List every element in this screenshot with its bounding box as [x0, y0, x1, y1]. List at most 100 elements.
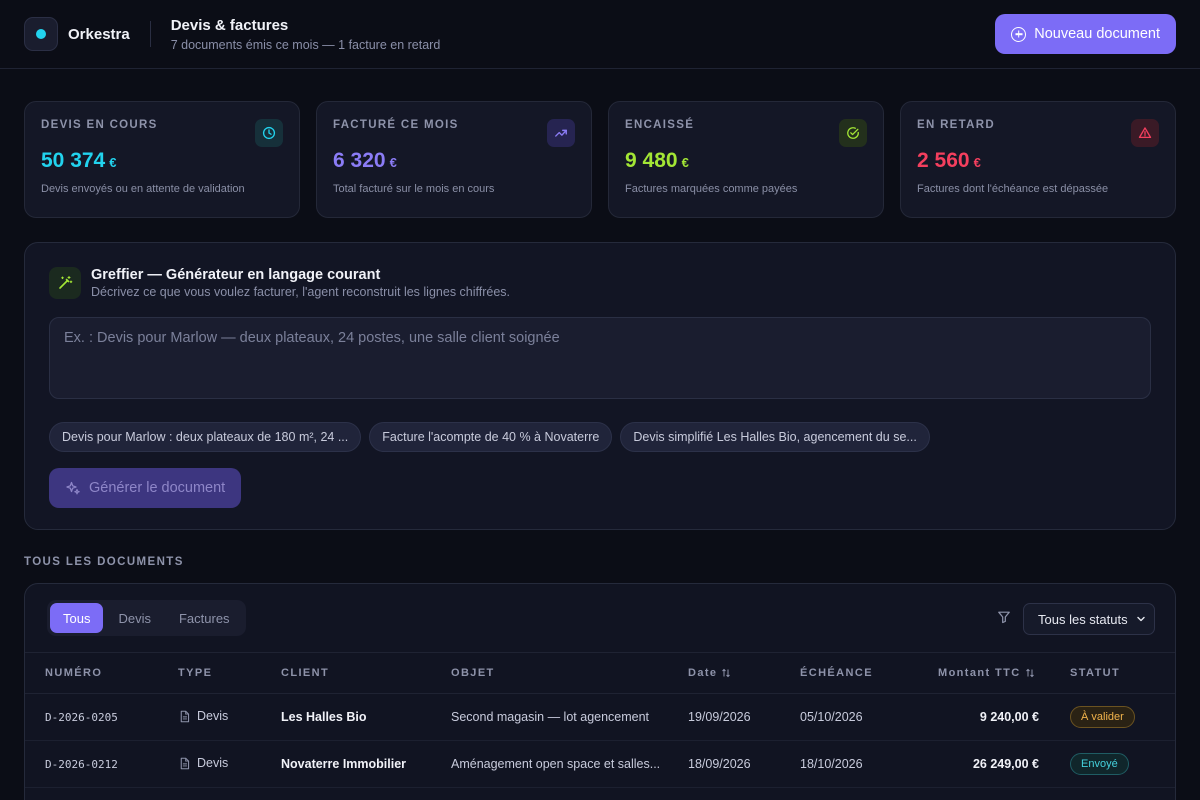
suggestion-chip[interactable]: Devis simplifié Les Halles Bio, agenceme…: [620, 422, 930, 452]
row-montant: 26 249,00 €: [972, 757, 1039, 771]
kpi-card-facture-ce-mois: FACTURÉ CE MOIS 6 320 € Total facturé su…: [316, 101, 592, 218]
generator-header: Greffier — Générateur en langage courant…: [49, 267, 1151, 299]
documents-panel: Tous Devis Factures Tous les statuts NUM…: [24, 583, 1176, 800]
document-type-tabs: Tous Devis Factures: [47, 600, 246, 636]
column-objet[interactable]: OBJET: [451, 667, 495, 679]
header-divider: [149, 21, 151, 47]
kpi-currency: €: [973, 155, 981, 170]
column-date-label: Date: [688, 667, 718, 679]
kpi-amount: 2 560: [917, 149, 970, 172]
documents-table: NUMÉRO TYPE CLIENT OBJET Date ÉCHÉANCE M…: [25, 652, 1175, 800]
document-icon: [180, 757, 190, 769]
kpi-value: 9 480 €: [625, 149, 867, 173]
table-row[interactable]: D-2026-0212 Devis Novaterre Immobilier A…: [25, 741, 1175, 788]
kpi-currency: €: [109, 155, 117, 170]
clock-icon: [255, 119, 283, 147]
column-numero[interactable]: NUMÉRO: [45, 667, 102, 679]
row-echeance: 18/10/2026: [800, 757, 863, 771]
documents-section-title: TOUS LES DOCUMENTS: [24, 556, 184, 568]
kpi-description: Total facturé sur le mois en cours: [333, 183, 495, 195]
generator-subtitle: Décrivez ce que vous voulez facturer, l'…: [91, 285, 511, 299]
document-icon: [180, 710, 190, 722]
column-type[interactable]: TYPE: [178, 667, 212, 679]
chevron-down-icon: [1137, 616, 1145, 622]
table-row[interactable]: D-2026-0205 Devis Les Halles Bio Second …: [25, 694, 1175, 741]
table-row[interactable]: [25, 788, 1175, 800]
suggestion-chips: Devis pour Marlow : deux plateaux de 180…: [49, 422, 1151, 452]
page-subtitle: 7 documents émis ce mois — 1 facture en …: [170, 37, 441, 52]
magic-wand-icon: [49, 267, 81, 299]
row-date: 19/09/2026: [688, 710, 751, 724]
row-type-label: Devis: [197, 756, 229, 770]
plus-circle-icon: [1011, 26, 1027, 42]
column-client[interactable]: CLIENT: [281, 667, 329, 679]
kpi-card-encaisse: ENCAISSÉ 9 480 € Factures marquées comme…: [608, 101, 884, 218]
suggestion-chip[interactable]: Devis pour Marlow : deux plateaux de 180…: [49, 422, 362, 452]
kpi-value: 50 374 €: [41, 149, 283, 173]
page-title: Devis & factures: [170, 16, 289, 34]
kpi-description: Factures marquées comme payées: [625, 183, 798, 195]
row-numero: D-2026-0212: [45, 758, 118, 771]
kpi-card-devis-en-cours: DEVIS EN COURS 50 374 € Devis envoyés ou…: [24, 101, 300, 218]
suggestion-chip[interactable]: Facture l'acompte de 40 % à Novaterre: [369, 422, 613, 452]
kpi-description: Devis envoyés ou en attente de validatio…: [41, 183, 245, 195]
kpi-currency: €: [389, 155, 397, 170]
table-header: NUMÉRO TYPE CLIENT OBJET Date ÉCHÉANCE M…: [25, 652, 1175, 694]
row-numero: D-2026-0205: [45, 711, 118, 724]
row-objet: Second magasin — lot agencement: [451, 710, 650, 724]
row-type: Devis: [178, 709, 228, 723]
row-client: Novaterre Immobilier: [281, 757, 407, 771]
column-montant[interactable]: Montant TTC: [938, 667, 1035, 679]
status-badge: À valider: [1070, 706, 1135, 728]
row-echeance: 05/10/2026: [800, 710, 863, 724]
kpi-card-en-retard: EN RETARD 2 560 € Factures dont l'échéan…: [900, 101, 1176, 218]
logo-dot-icon: [36, 29, 46, 39]
kpi-value: 6 320 €: [333, 149, 575, 173]
kpi-amount: 6 320: [333, 149, 386, 172]
kpi-label: FACTURÉ CE MOIS: [333, 119, 459, 131]
kpi-value: 2 560 €: [917, 149, 1159, 173]
brand-name: Orkestra: [68, 25, 130, 43]
status-badge: Envoyé: [1070, 753, 1129, 775]
row-client: Les Halles Bio: [281, 710, 367, 724]
sort-icon: [722, 668, 731, 678]
trending-up-icon: [547, 119, 575, 147]
sort-icon: [1025, 668, 1034, 678]
check-circle-icon: [839, 119, 867, 147]
tab-devis[interactable]: Devis: [105, 603, 164, 633]
row-montant: 9 240,00 €: [979, 710, 1039, 724]
generate-document-button[interactable]: Générer le document: [49, 468, 242, 508]
generator-panel: Greffier — Générateur en langage courant…: [24, 242, 1176, 530]
generate-document-label: Générer le document: [89, 480, 226, 496]
status-filter-select[interactable]: Tous les statuts: [1023, 603, 1155, 635]
column-montant-label: Montant TTC: [938, 667, 1021, 679]
kpi-label: DEVIS EN COURS: [41, 119, 158, 131]
app-header: Orkestra Devis & factures 7 documents ém…: [0, 0, 1200, 69]
kpi-cards: DEVIS EN COURS 50 374 € Devis envoyés ou…: [24, 101, 1176, 218]
status-filter-value: Tous les statuts: [1038, 611, 1128, 627]
row-date: 18/09/2026: [688, 757, 751, 771]
page-heading: Devis & factures 7 documents émis ce moi…: [171, 17, 441, 52]
kpi-label: ENCAISSÉ: [625, 119, 695, 131]
filter-icon: [998, 611, 1010, 624]
app-logo[interactable]: [24, 17, 58, 51]
kpi-amount: 50 374: [41, 149, 106, 172]
generator-title: Greffier — Générateur en langage courant: [91, 267, 381, 283]
kpi-amount: 9 480: [625, 149, 678, 172]
new-document-button[interactable]: Nouveau document: [995, 14, 1176, 54]
alert-triangle-icon: [1131, 119, 1159, 147]
kpi-label: EN RETARD: [917, 119, 995, 131]
row-objet: Aménagement open space et salles...: [451, 757, 661, 771]
column-echeance[interactable]: ÉCHÉANCE: [800, 667, 873, 679]
new-document-label: Nouveau document: [1034, 26, 1160, 42]
kpi-description: Factures dont l'échéance est dépassée: [917, 183, 1109, 195]
tab-factures[interactable]: Factures: [166, 603, 243, 633]
generator-prompt-input[interactable]: [49, 317, 1151, 399]
column-date[interactable]: Date: [688, 667, 731, 679]
kpi-currency: €: [681, 155, 689, 170]
row-type-label: Devis: [197, 709, 229, 723]
row-type: Devis: [178, 756, 228, 770]
sparkles-icon: [66, 481, 80, 495]
column-statut[interactable]: STATUT: [1070, 667, 1120, 679]
tab-tous[interactable]: Tous: [50, 603, 104, 633]
